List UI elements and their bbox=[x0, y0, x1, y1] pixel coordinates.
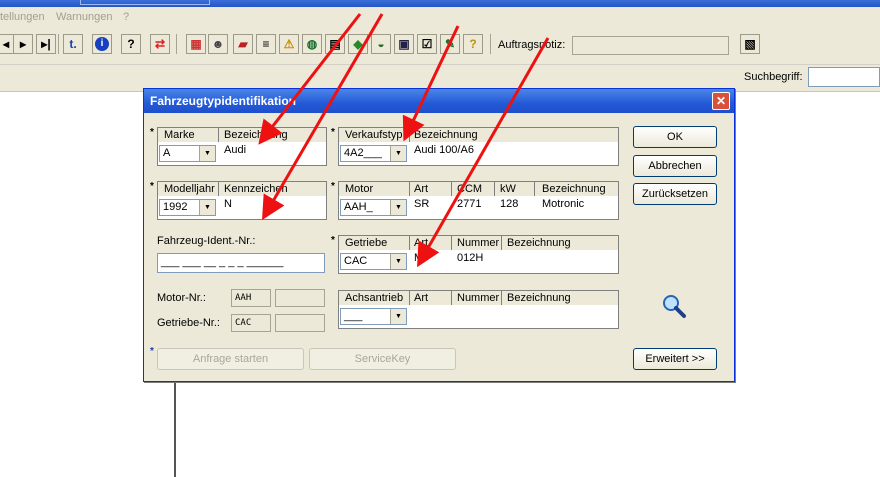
arrow-getriebe bbox=[417, 37, 550, 268]
arrow-verkaufstyp bbox=[402, 25, 460, 142]
annotation-arrows bbox=[258, 13, 550, 268]
